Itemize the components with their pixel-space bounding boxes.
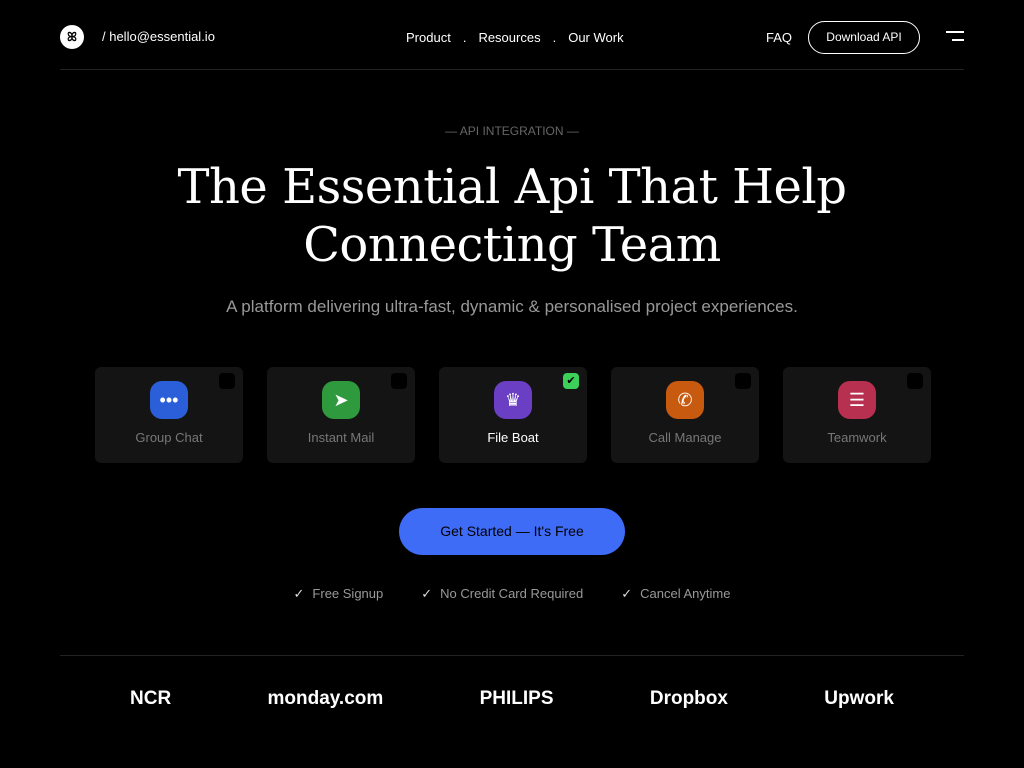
- email-link[interactable]: / hello@essential.io: [102, 29, 215, 44]
- checkbox[interactable]: ✔: [391, 373, 407, 389]
- checkbox[interactable]: ✔: [563, 373, 579, 389]
- card-label: File Boat: [487, 430, 539, 445]
- checkbox[interactable]: ✔: [907, 373, 923, 389]
- nav-product[interactable]: Product: [406, 30, 451, 45]
- checkbox[interactable]: ✔: [219, 373, 235, 389]
- card-group-chat[interactable]: ✔ ••• Group Chat: [95, 367, 243, 463]
- nav-separator: .: [462, 30, 467, 45]
- logo-monday: monday.com: [267, 688, 384, 709]
- eyebrow: — API INTEGRATION —: [445, 124, 579, 138]
- check-icon: ✓: [293, 586, 305, 601]
- page-title: The Essential Api That Help Connecting Te…: [177, 159, 847, 273]
- main-nav: Product. Resources. Our Work: [406, 30, 624, 45]
- nav-resources[interactable]: Resources: [478, 30, 540, 45]
- integration-cards: ✔ ••• Group Chat ✔ ➤ Instant Mail ✔ ♛ File…: [95, 367, 931, 463]
- feature-item: ✓ Free Signup: [293, 586, 384, 601]
- logo-upwork: Upwork: [824, 688, 894, 709]
- paper-plane-icon: ➤: [322, 381, 360, 419]
- card-instant-mail[interactable]: ✔ ➤ Instant Mail: [267, 367, 415, 463]
- phone-icon: ✆: [666, 381, 704, 419]
- feature-item: ✓ Cancel Anytime: [621, 586, 731, 601]
- card-label: Group Chat: [135, 430, 203, 445]
- logo-ncr: NCR: [130, 688, 172, 709]
- card-label: Instant Mail: [307, 430, 375, 445]
- logo-philips: PHILIPS: [479, 688, 554, 709]
- message-icon: ☰: [838, 381, 876, 419]
- feature-item: ✓ No Credit Card Required: [421, 586, 584, 601]
- card-teamwork[interactable]: ✔ ☰ Teamwork: [783, 367, 931, 463]
- card-label: Teamwork: [827, 430, 887, 445]
- faq-link[interactable]: FAQ: [766, 30, 792, 45]
- get-started-button[interactable]: Get Started — It's Free: [399, 508, 625, 555]
- card-file-boat[interactable]: ✔ ♛ File Boat: [439, 367, 587, 463]
- checkbox[interactable]: ✔: [735, 373, 751, 389]
- card-call-manage[interactable]: ✔ ✆ Call Manage: [611, 367, 759, 463]
- logo-dropbox: Dropbox: [649, 688, 728, 709]
- feature-list: ✓ Free Signup ✓ No Credit Card Required ✓ C…: [0, 586, 1024, 602]
- check-icon: ✓: [621, 586, 633, 601]
- divider: [60, 655, 964, 656]
- card-label: Call Manage: [648, 430, 722, 445]
- check-icon: ✓: [421, 586, 433, 601]
- chat-bubble-icon: •••: [150, 381, 188, 419]
- nav-separator: .: [552, 30, 557, 45]
- subtitle: A platform delivering ultra-fast, dynami…: [226, 297, 798, 316]
- menu-icon[interactable]: [946, 31, 964, 47]
- nav-our-work[interactable]: Our Work: [568, 30, 623, 45]
- client-logos: NCR monday.com PHILIPS Dropbox Upwork: [130, 688, 894, 710]
- header: ꕤ / hello@essential.io Product. Resource…: [60, 20, 964, 70]
- logo-icon[interactable]: ꕤ: [60, 25, 84, 49]
- download-api-button[interactable]: Download API: [808, 21, 920, 54]
- crown-icon: ♛: [494, 381, 532, 419]
